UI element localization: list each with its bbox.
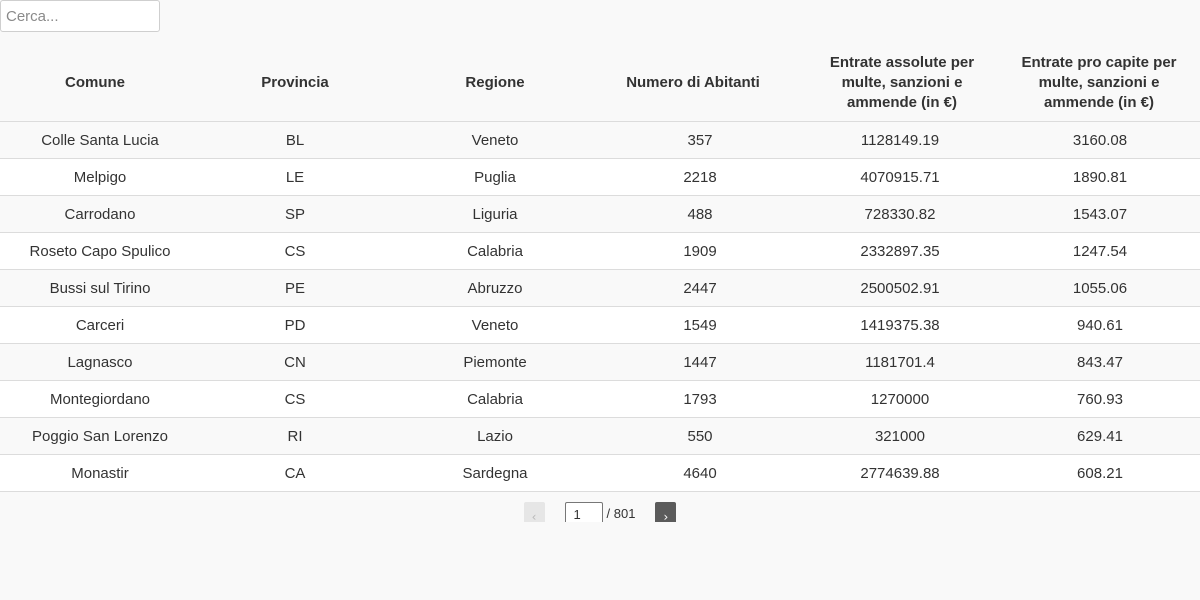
cell-entrate-pro-capite: 843.47 — [1000, 343, 1200, 381]
cell-provincia: BL — [200, 121, 390, 159]
cell-entrate-assolute: 2332897.35 — [800, 232, 1000, 270]
cell-entrate-pro-capite: 3160.08 — [1000, 121, 1200, 159]
table-row[interactable]: Roseto Capo Spulico CS Calabria 1909 2332897… — [0, 232, 1200, 270]
cell-abitanti: 1447 — [600, 343, 800, 381]
table-row[interactable]: Colle Santa Lucia BL Veneto 357 1128149.19 31… — [0, 121, 1200, 159]
cell-provincia: PD — [200, 306, 390, 344]
cell-provincia: SP — [200, 195, 390, 233]
table-row[interactable]: Monastir CA Sardegna 4640 2774639.88 608.21 — [0, 454, 1200, 492]
cell-comune: Colle Santa Lucia — [0, 121, 200, 159]
cell-abitanti: 2447 — [600, 269, 800, 307]
header-row: Comune Provincia Regione Numero di Abita… — [0, 44, 1200, 122]
cell-comune: Bussi sul Tirino — [0, 269, 200, 307]
cell-abitanti: 357 — [600, 121, 800, 159]
cell-entrate-assolute: 2500502.91 — [800, 269, 1000, 307]
cell-entrate-assolute: 1419375.38 — [800, 306, 1000, 344]
page-total: / 801 — [606, 506, 636, 521]
cell-comune: Carceri — [0, 306, 200, 344]
table-row[interactable]: Bussi sul Tirino PE Abruzzo 2447 2500502.91 1… — [0, 269, 1200, 307]
cell-entrate-assolute: 321000 — [800, 417, 1000, 455]
table-header: Comune Provincia Regione Numero di Abita… — [0, 44, 1200, 122]
cell-abitanti: 2218 — [600, 158, 800, 196]
cell-provincia: CS — [200, 232, 390, 270]
cell-regione: Liguria — [390, 195, 600, 233]
next-page-button[interactable]: › — [655, 502, 677, 522]
cell-comune: Carrodano — [0, 195, 200, 233]
cell-regione: Puglia — [390, 158, 600, 196]
cell-entrate-pro-capite: 1543.07 — [1000, 195, 1200, 233]
column-header-entrate-pro-capite[interactable]: Entrate pro capite per multe, sanzioni e… — [1000, 44, 1200, 122]
previous-page-button[interactable]: ‹ — [523, 502, 545, 522]
search-container — [0, 0, 160, 32]
cell-regione: Veneto — [390, 121, 600, 159]
cell-regione: Lazio — [390, 417, 600, 455]
cell-regione: Veneto — [390, 306, 600, 344]
cell-entrate-pro-capite: 1890.81 — [1000, 158, 1200, 196]
cell-comune: Lagnasco — [0, 343, 200, 381]
data-table: Comune Provincia Regione Numero di Abita… — [0, 44, 1200, 492]
cell-comune: Melpigo — [0, 158, 200, 196]
cell-provincia: RI — [200, 417, 390, 455]
cell-provincia: CS — [200, 380, 390, 418]
cell-comune: Poggio San Lorenzo — [0, 417, 200, 455]
column-header-provincia[interactable]: Provincia — [200, 44, 390, 122]
table-row[interactable]: Carceri PD Veneto 1549 1419375.38 940.61 — [0, 306, 1200, 344]
cell-entrate-assolute: 1181701.4 — [800, 343, 1000, 381]
pagination: ‹ / 801 › — [0, 502, 1200, 522]
cell-regione: Abruzzo — [390, 269, 600, 307]
cell-regione: Sardegna — [390, 454, 600, 492]
cell-regione: Piemonte — [390, 343, 600, 381]
cell-provincia: LE — [200, 158, 390, 196]
cell-entrate-pro-capite: 760.93 — [1000, 380, 1200, 418]
cell-entrate-pro-capite: 940.61 — [1000, 306, 1200, 344]
cell-provincia: CA — [200, 454, 390, 492]
table-row[interactable]: Carrodano SP Liguria 488 728330.82 1543.07 — [0, 195, 1200, 233]
cell-abitanti: 1549 — [600, 306, 800, 344]
table-row[interactable]: Melpigo LE Puglia 2218 4070915.71 1890.81 — [0, 158, 1200, 196]
cell-entrate-assolute: 1128149.19 — [800, 121, 1000, 159]
cell-entrate-assolute: 728330.82 — [800, 195, 1000, 233]
table-row[interactable]: Lagnasco CN Piemonte 1447 1181701.4 843.47 — [0, 343, 1200, 381]
column-header-comune[interactable]: Comune — [0, 44, 200, 122]
table-row[interactable]: Montegiordano CS Calabria 1793 1270000 760.93 — [0, 380, 1200, 418]
cell-comune: Monastir — [0, 454, 200, 492]
search-input[interactable] — [0, 0, 160, 32]
cell-abitanti: 488 — [600, 195, 800, 233]
cell-abitanti: 1909 — [600, 232, 800, 270]
cell-abitanti: 550 — [600, 417, 800, 455]
cell-entrate-pro-capite: 608.21 — [1000, 454, 1200, 492]
cell-entrate-pro-capite: 1247.54 — [1000, 232, 1200, 270]
cell-provincia: CN — [200, 343, 390, 381]
cell-regione: Calabria — [390, 380, 600, 418]
cell-entrate-pro-capite: 629.41 — [1000, 417, 1200, 455]
column-header-entrate-assolute[interactable]: Entrate assolute per multe, sanzioni e a… — [800, 44, 1000, 122]
cell-entrate-assolute: 4070915.71 — [800, 158, 1000, 196]
cell-provincia: PE — [200, 269, 390, 307]
column-header-regione[interactable]: Regione — [390, 44, 600, 122]
page-number-input[interactable] — [564, 502, 603, 522]
cell-regione: Calabria — [390, 232, 600, 270]
cell-abitanti: 1793 — [600, 380, 800, 418]
cell-entrate-assolute: 2774639.88 — [800, 454, 1000, 492]
cell-comune: Roseto Capo Spulico — [0, 232, 200, 270]
cell-entrate-pro-capite: 1055.06 — [1000, 269, 1200, 307]
cell-comune: Montegiordano — [0, 380, 200, 418]
table-row[interactable]: Poggio San Lorenzo RI Lazio 550 321000 629.41 — [0, 417, 1200, 455]
column-header-abitanti[interactable]: Numero di Abitanti — [600, 44, 800, 122]
cell-abitanti: 4640 — [600, 454, 800, 492]
table-body: Colle Santa Lucia BL Veneto 357 1128149.19 31… — [0, 121, 1200, 492]
cell-entrate-assolute: 1270000 — [800, 380, 1000, 418]
